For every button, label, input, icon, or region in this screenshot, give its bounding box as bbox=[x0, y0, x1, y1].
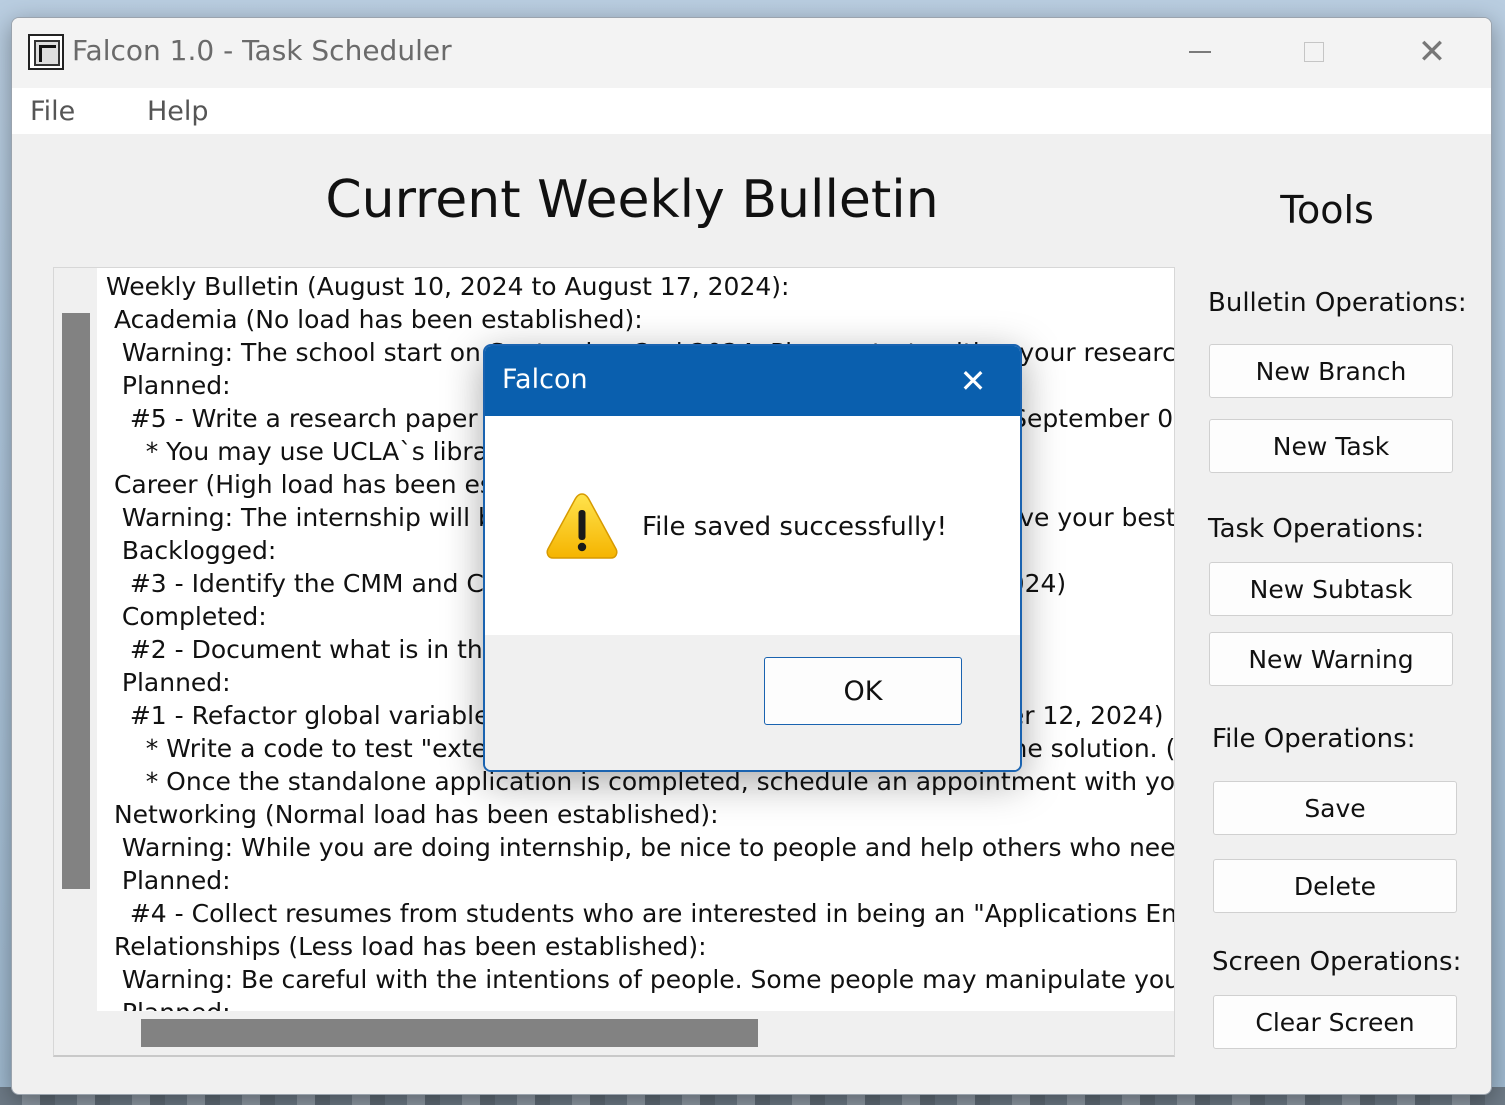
dialog-close-button[interactable]: ✕ bbox=[951, 359, 995, 403]
bulletin-line: Warning: Be careful with the intentions … bbox=[106, 965, 1174, 994]
new-task-button[interactable]: New Task bbox=[1209, 419, 1453, 473]
bulletin-line: Planned: bbox=[106, 866, 231, 895]
maximize-icon bbox=[1304, 42, 1324, 62]
horizontal-scrollbar[interactable] bbox=[97, 1011, 1174, 1053]
bulletin-line: Networking (Normal load has been establi… bbox=[106, 800, 719, 829]
dialog-body: File saved successfully! bbox=[485, 416, 1020, 635]
menu-file[interactable]: File bbox=[30, 96, 75, 127]
horizontal-scroll-thumb[interactable] bbox=[141, 1019, 758, 1047]
tools-title: Tools bbox=[1280, 188, 1374, 232]
menu-bar: File Help bbox=[12, 88, 1491, 134]
minimize-button[interactable] bbox=[1170, 28, 1230, 76]
bulletin-line: Academia (No load has been established): bbox=[106, 305, 643, 334]
close-icon: ✕ bbox=[1417, 32, 1447, 72]
warning-icon bbox=[546, 493, 618, 559]
clear-screen-button[interactable]: Clear Screen bbox=[1213, 995, 1457, 1049]
vertical-scrollbar[interactable] bbox=[54, 268, 96, 1011]
ok-button[interactable]: OK bbox=[764, 657, 962, 725]
window-title: Falcon 1.0 - Task Scheduler bbox=[72, 34, 452, 67]
bulletin-line: Planned: bbox=[106, 996, 1174, 1011]
bulletin-operations-label: Bulletin Operations: bbox=[1208, 288, 1467, 318]
file-operations-label: File Operations: bbox=[1212, 724, 1416, 754]
maximize-button[interactable] bbox=[1284, 28, 1344, 76]
dialog-footer: OK bbox=[485, 635, 1020, 770]
title-bar: Falcon 1.0 - Task Scheduler ✕ bbox=[12, 18, 1491, 88]
page-title: Current Weekly Bulletin bbox=[325, 170, 939, 230]
new-branch-button[interactable]: New Branch bbox=[1209, 344, 1453, 398]
dialog-title: Falcon bbox=[502, 364, 588, 395]
vertical-scroll-thumb[interactable] bbox=[62, 313, 90, 889]
new-warning-button[interactable]: New Warning bbox=[1209, 632, 1453, 686]
menu-help[interactable]: Help bbox=[147, 96, 209, 127]
bulletin-line: Weekly Bulletin (August 10, 2024 to Augu… bbox=[106, 272, 790, 301]
delete-button[interactable]: Delete bbox=[1213, 859, 1457, 913]
dialog-title-bar: Falcon ✕ bbox=[485, 346, 1020, 416]
new-subtask-button[interactable]: New Subtask bbox=[1209, 562, 1453, 616]
task-operations-label: Task Operations: bbox=[1208, 514, 1425, 544]
minimize-icon bbox=[1189, 51, 1211, 53]
app-icon bbox=[28, 34, 64, 70]
bulletin-line: Warning: While you are doing internship,… bbox=[106, 833, 1174, 862]
close-button[interactable]: ✕ bbox=[1402, 28, 1462, 76]
close-icon: ✕ bbox=[959, 362, 987, 400]
message-dialog: Falcon ✕ File saved successfully! OK bbox=[483, 344, 1022, 772]
bulletin-line: #4 - Collect resumes from students who a… bbox=[106, 899, 1174, 928]
screen-operations-label: Screen Operations: bbox=[1212, 947, 1462, 977]
dialog-message: File saved successfully! bbox=[642, 512, 947, 542]
save-button[interactable]: Save bbox=[1213, 781, 1457, 835]
bulletin-line: Relationships (Less load has been establ… bbox=[106, 932, 707, 961]
